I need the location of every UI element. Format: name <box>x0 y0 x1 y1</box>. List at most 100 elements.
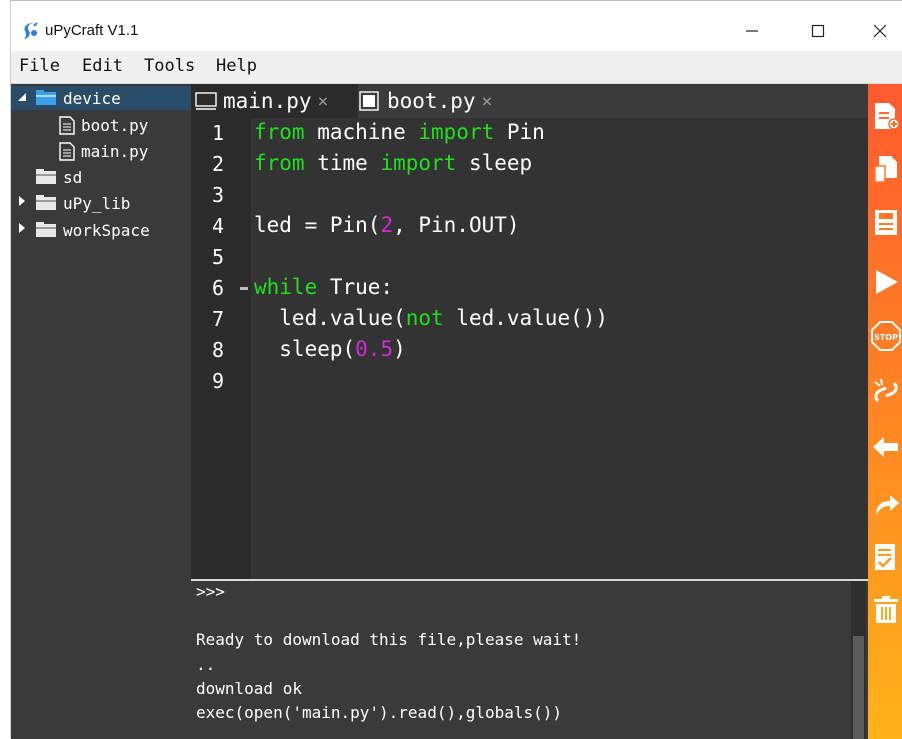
terminal-line: Ready to download this file,please wait! <box>196 630 582 649</box>
stop-icon: STOP <box>871 321 901 351</box>
connect-button[interactable] <box>870 374 902 410</box>
code-number: 0.5 <box>355 337 394 361</box>
clear-icon <box>874 596 898 623</box>
new-file-icon <box>875 103 899 130</box>
undo-button[interactable] <box>870 429 902 465</box>
undo-icon <box>873 437 898 457</box>
code-keyword: while <box>254 275 318 299</box>
code-line-7: led.value(not led.value()) <box>254 306 608 330</box>
svg-text:STOP: STOP <box>874 333 898 342</box>
tree-label: uPy_lib <box>63 193 131 213</box>
code-text: , Pin.OUT) <box>393 213 520 237</box>
code-keyword: import <box>418 120 495 144</box>
code-line-1: from machine import Pin <box>254 120 545 144</box>
code-text: led.value( <box>254 306 406 330</box>
menu-bar: File Edit Tools Help <box>11 51 902 84</box>
app-window: uPyCraft V1.1 File Edit Tools Help devic… <box>10 0 902 739</box>
close-icon <box>873 24 887 38</box>
terminal-scrollbar[interactable] <box>851 581 866 739</box>
code-keyword: not <box>405 306 444 330</box>
code-keyword: from <box>254 151 305 175</box>
folder-icon <box>36 195 56 210</box>
menu-file[interactable]: File <box>19 56 60 76</box>
line-number: 7 <box>212 307 225 331</box>
code-text: time <box>304 151 381 175</box>
collapsed-arrow-icon[interactable] <box>17 223 27 233</box>
tree-item-sd[interactable]: sd <box>35 165 82 189</box>
collapsed-arrow-icon[interactable] <box>17 196 27 206</box>
tree-item-device[interactable]: device <box>35 86 121 110</box>
folder-icon <box>36 222 56 237</box>
minimize-icon <box>746 30 758 32</box>
code-editor[interactable]: main.py × boot.py × 1 2 3 4 5 6 7 8 9 fr… <box>191 84 868 579</box>
tree-item-main-py[interactable]: main.py <box>59 139 148 163</box>
minimize-button[interactable] <box>729 15 775 47</box>
tab-close-icon[interactable]: × <box>482 91 493 112</box>
tab-bar: main.py × boot.py × <box>191 84 868 118</box>
tree-label: device <box>63 88 121 108</box>
code-text: led.value()) <box>443 306 609 330</box>
save-button[interactable] <box>870 204 902 240</box>
title-bar: uPyCraft V1.1 <box>11 1 902 51</box>
folder-icon <box>36 90 56 105</box>
syntax-check-button[interactable] <box>870 539 902 575</box>
run-icon <box>876 270 898 294</box>
code-text: machine <box>304 120 419 144</box>
line-number: 2 <box>212 152 225 176</box>
tab-boot-py[interactable]: boot.py × <box>359 84 529 118</box>
file-icon <box>59 115 75 135</box>
tab-main-py[interactable]: main.py × <box>191 84 358 118</box>
expanded-arrow-icon[interactable] <box>17 92 27 102</box>
code-line-6: while True: <box>240 275 394 299</box>
code-text: led = Pin( <box>254 213 381 237</box>
scrollbar-thumb[interactable] <box>853 636 864 739</box>
run-button[interactable] <box>870 264 902 300</box>
code-keyword: import <box>380 151 457 175</box>
line-number: 3 <box>212 183 225 207</box>
new-file-button[interactable] <box>870 98 902 134</box>
stop-button[interactable]: STOP <box>870 318 902 354</box>
fold-marker-icon[interactable] <box>240 287 248 290</box>
code-area[interactable]: from machine import Pin from time import… <box>240 118 868 579</box>
tree-item-boot-py[interactable]: boot.py <box>59 113 148 137</box>
tab-label: main.py <box>223 89 312 113</box>
file-tab-icon <box>359 91 379 111</box>
tree-item-workspace[interactable]: workSpace <box>35 218 150 242</box>
code-line-2: from time import sleep <box>254 151 532 175</box>
terminal-prompt: >>> <box>196 582 225 601</box>
line-number: 6 <box>212 276 225 300</box>
maximize-button[interactable] <box>795 15 841 47</box>
right-toolbar: STOP <box>868 84 902 739</box>
line-number: 9 <box>212 369 225 393</box>
save-icon <box>875 210 897 235</box>
close-button[interactable] <box>857 15 902 47</box>
code-text: sleep( <box>254 337 356 361</box>
open-file-icon <box>874 156 897 183</box>
terminal-line: .. <box>196 655 216 674</box>
code-text: True: <box>317 275 394 299</box>
code-line-8: sleep(0.5) <box>254 337 406 361</box>
tree-label: sd <box>63 167 83 187</box>
menu-tools[interactable]: Tools <box>144 56 195 76</box>
file-tab-icon <box>195 92 217 110</box>
tree-item-upy-lib[interactable]: uPy_lib <box>35 191 130 215</box>
connect-icon <box>874 378 898 403</box>
menu-edit[interactable]: Edit <box>82 56 123 76</box>
tab-close-icon[interactable]: × <box>318 91 329 112</box>
open-file-button[interactable] <box>870 151 902 187</box>
terminal-panel[interactable]: >>> Ready to download this file,please w… <box>191 579 868 739</box>
file-tree: device boot.py main.py sd uPy_lib workSp… <box>11 84 191 739</box>
code-text: ) <box>393 337 406 361</box>
redo-icon <box>876 495 899 515</box>
code-text: sleep <box>456 151 533 175</box>
file-icon <box>59 141 75 161</box>
line-number: 5 <box>212 245 225 269</box>
window-title: uPyCraft V1.1 <box>45 22 139 39</box>
clear-button[interactable] <box>870 592 902 628</box>
syntax-check-icon <box>875 544 895 570</box>
tree-label: boot.py <box>81 115 149 135</box>
code-keyword: from <box>254 120 305 144</box>
menu-help[interactable]: Help <box>216 56 257 76</box>
redo-button[interactable] <box>870 486 902 522</box>
tree-label: workSpace <box>63 220 150 240</box>
